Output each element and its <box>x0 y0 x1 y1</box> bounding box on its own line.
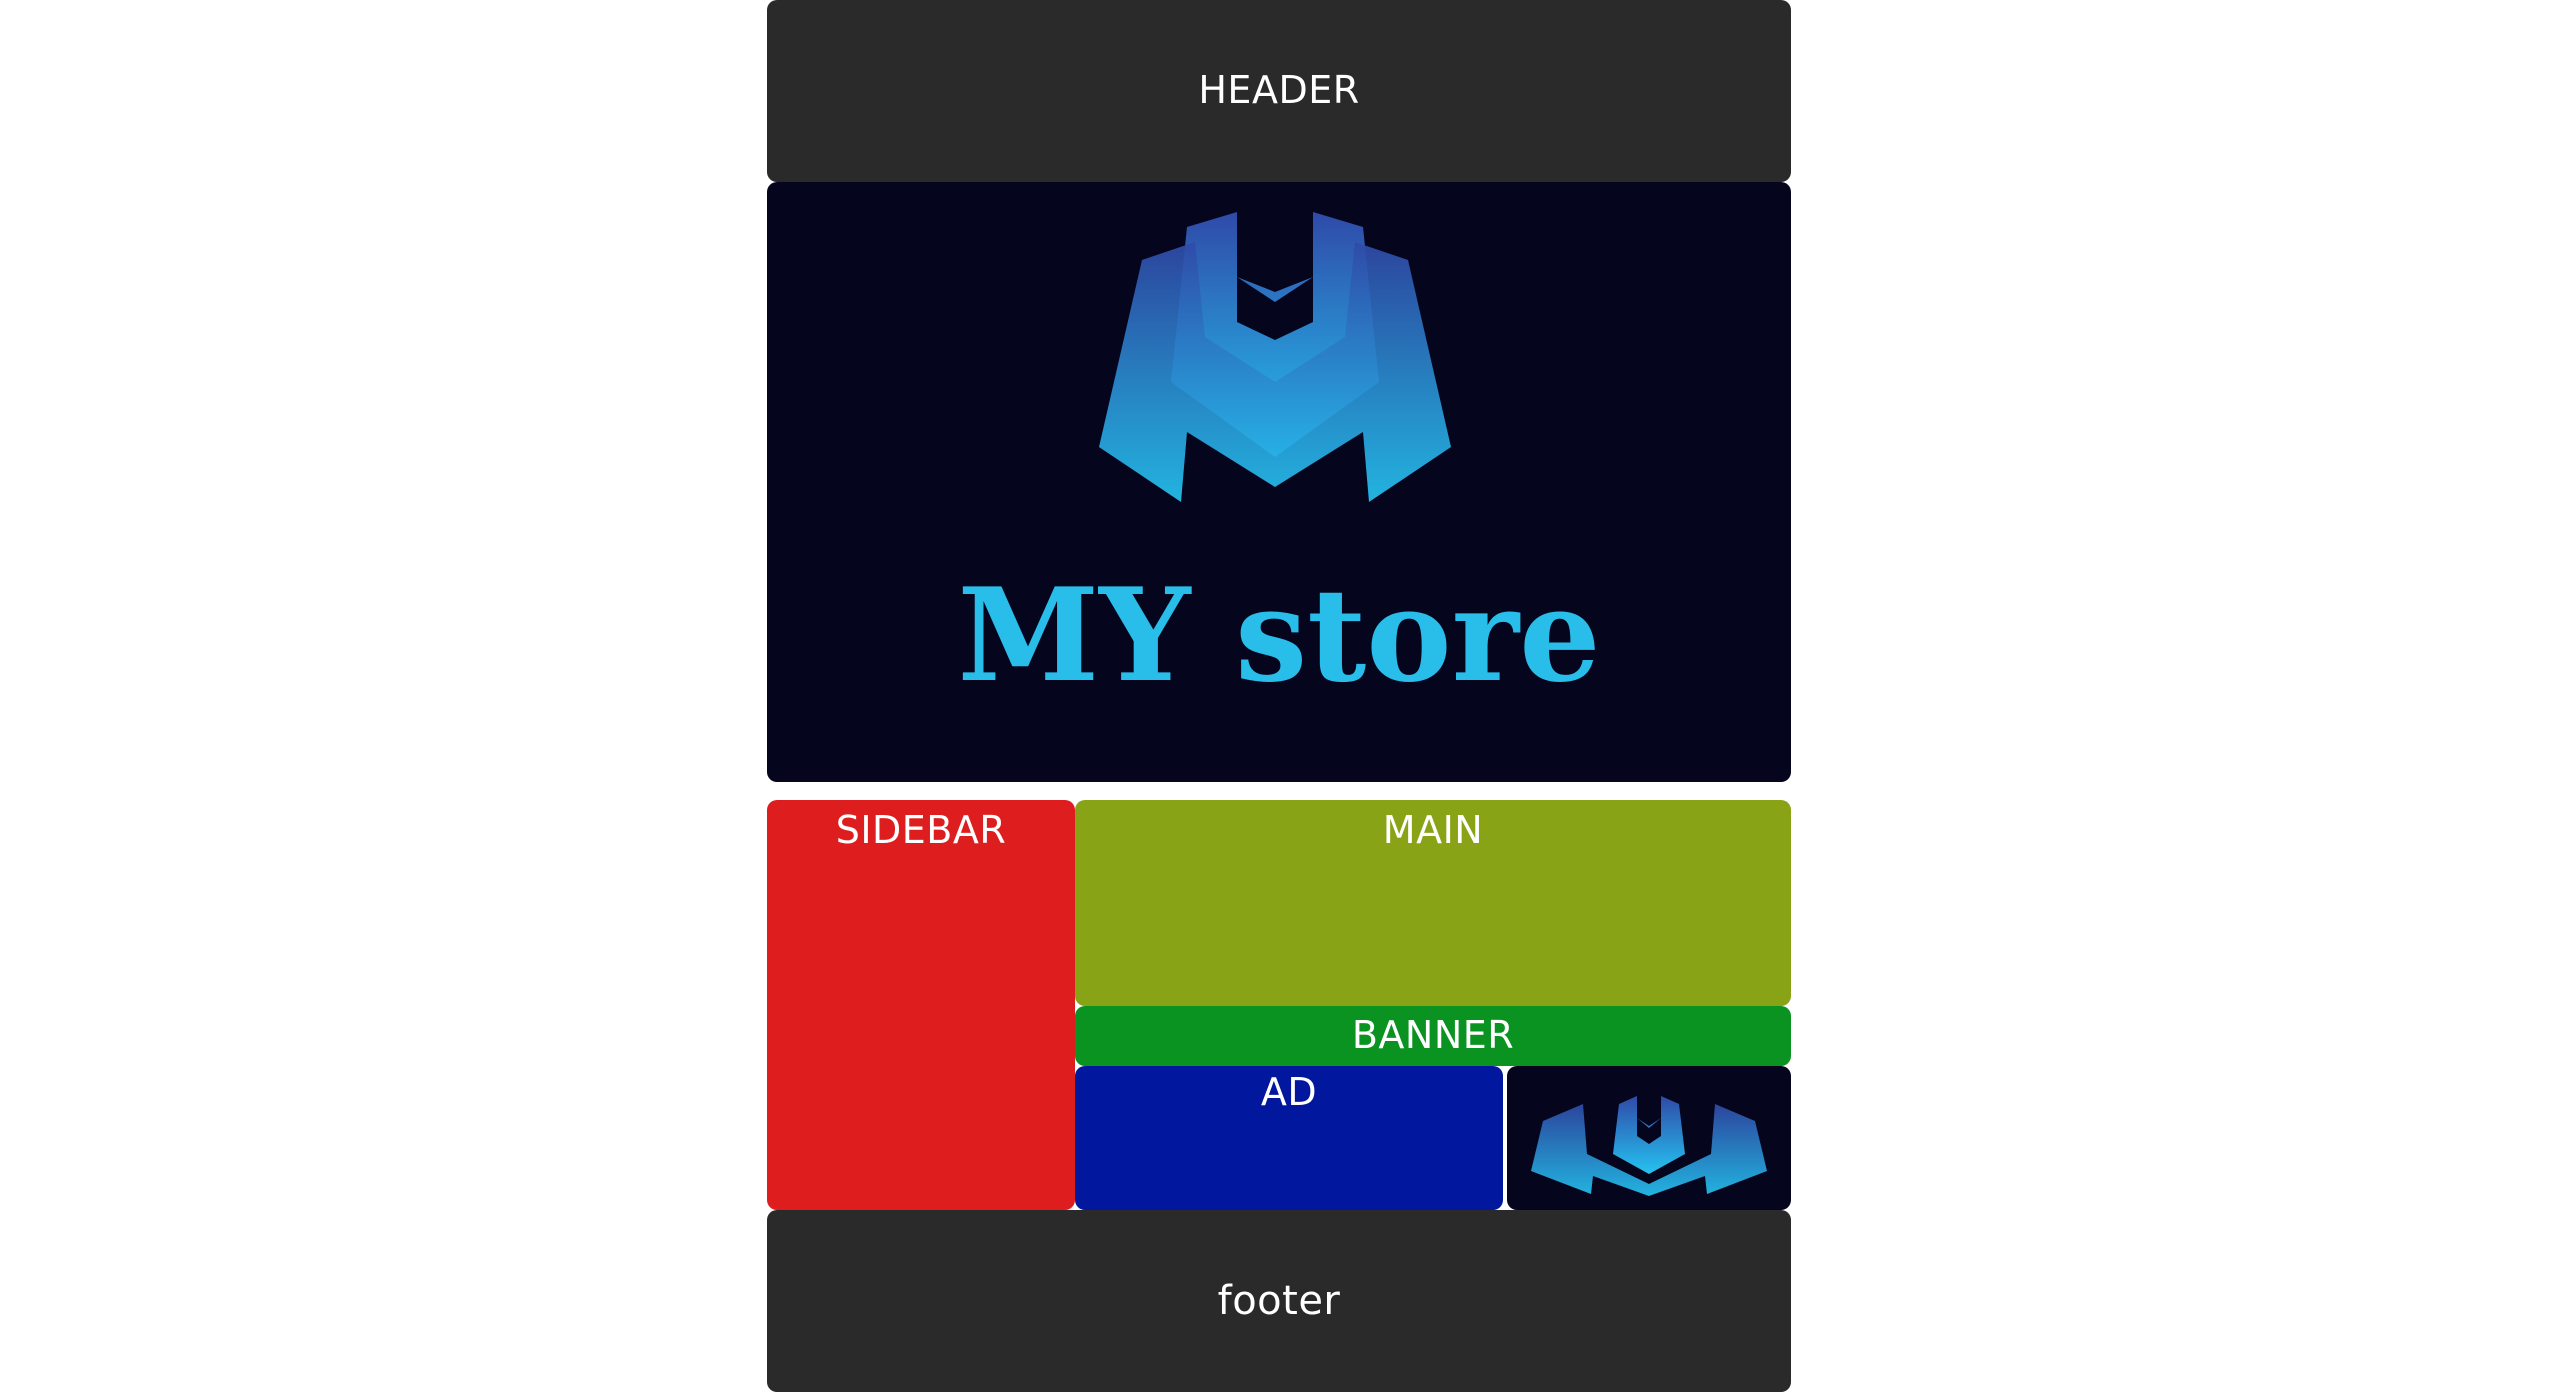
main: MAIN <box>1075 800 1791 1006</box>
sidebar-label: SIDEBAR <box>835 808 1007 852</box>
footer: footer <box>767 1210 1791 1392</box>
my-store-logo: MY store <box>957 212 1601 711</box>
logo-emblem-icon <box>1099 212 1451 502</box>
sidebar: SIDEBAR <box>767 800 1075 1210</box>
logo-thumbnail-emblem-icon <box>1531 1096 1767 1196</box>
layout-page: HEADER MY store SIDEBAR MAIN BANNER AD f… <box>767 0 1791 1392</box>
header: HEADER <box>767 0 1791 182</box>
ad-label: AD <box>1260 1070 1318 1114</box>
main-label: MAIN <box>1382 808 1484 852</box>
header-label: HEADER <box>1198 68 1360 113</box>
footer-label: footer <box>1217 1278 1341 1324</box>
logo-thumbnail-image <box>1507 1066 1791 1210</box>
hero-logo-image: MY store <box>767 182 1791 782</box>
banner-label: BANNER <box>1351 1013 1515 1058</box>
logo-brand-text: MY store <box>957 561 1600 711</box>
ad: AD <box>1075 1066 1503 1210</box>
banner: BANNER <box>1075 1006 1791 1066</box>
